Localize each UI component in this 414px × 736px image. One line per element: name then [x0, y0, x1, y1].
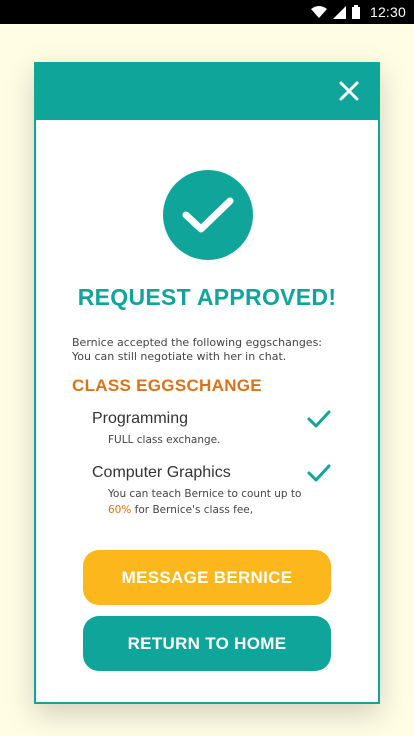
class-description-rest: for Bernice's class fee, [131, 504, 254, 516]
class-name: Computer Graphics [92, 464, 231, 481]
checkmark-icon [307, 464, 331, 482]
signal-icon [332, 5, 346, 19]
wifi-icon [310, 5, 327, 18]
close-icon[interactable] [336, 78, 362, 104]
class-description-line-1: You can teach Bernice to count up to [108, 488, 302, 500]
status-time: 12:30 [369, 4, 406, 20]
message-bernice-button[interactable]: MESSAGE BERNICE [83, 550, 331, 605]
intro-line-1: Bernice accepted the following eggschang… [72, 336, 323, 349]
list-item: Programming FULL class exchange. [92, 410, 332, 448]
approval-dialog: REQUEST APPROVED! Bernice accepted the f… [34, 62, 380, 704]
class-description: FULL class exchange. [108, 434, 221, 446]
status-bar: 12:30 [0, 0, 414, 24]
checkmark-icon [182, 197, 234, 233]
class-name: Programming [92, 410, 189, 427]
class-description: You can teach Bernice to count up to 60%… [92, 486, 332, 518]
intro-line-2: You can still negotiate with her in chat… [72, 350, 287, 363]
dialog-header [36, 64, 378, 120]
return-home-button[interactable]: RETURN TO HOME [83, 616, 331, 671]
success-badge [163, 170, 253, 260]
battery-icon [351, 5, 360, 19]
list-item: Computer Graphics You can teach Bernice … [92, 464, 332, 518]
checkmark-icon [307, 410, 331, 428]
dialog-title: REQUEST APPROVED! [77, 284, 337, 310]
class-description-line-2: 60% for Bernice's class fee, [108, 502, 332, 518]
percent-highlight: 60% [108, 504, 132, 516]
intro-text: Bernice accepted the following eggschang… [72, 336, 362, 364]
section-title: CLASS EGGSCHANGE [72, 376, 262, 395]
